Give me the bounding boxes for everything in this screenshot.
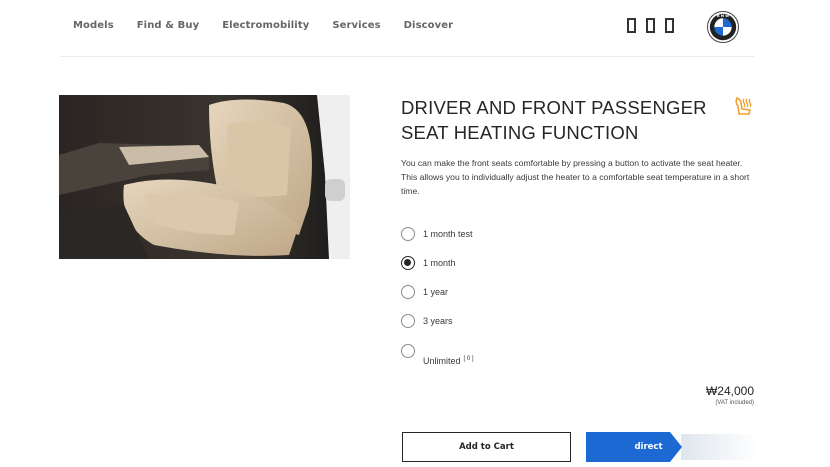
nav-models[interactable]: Models xyxy=(73,20,114,36)
nav-find-buy[interactable]: Find & Buy xyxy=(137,20,199,36)
header-icon-3[interactable] xyxy=(665,18,674,33)
radio-button[interactable] xyxy=(401,285,415,299)
seat-heating-icon xyxy=(735,97,752,115)
product-title: DRIVER AND FRONT PASSENGER SEAT HEATING … xyxy=(401,95,721,145)
svg-text:B M W: B M W xyxy=(717,14,729,18)
header-icons xyxy=(627,18,684,33)
option-label: Unlimited[ 0 ] xyxy=(423,356,474,366)
direct-label: direct xyxy=(634,442,663,452)
price: ₩24,000 xyxy=(705,384,754,398)
option-1-month-test[interactable]: 1 month test xyxy=(401,227,601,243)
bmw-logo[interactable]: B M W xyxy=(707,11,739,43)
option-label: 3 years xyxy=(423,316,453,326)
radio-button-checked[interactable] xyxy=(401,256,415,270)
main-nav: Models Find & Buy Electromobility Servic… xyxy=(73,20,476,36)
option-label: 1 month test xyxy=(423,229,473,239)
header-icon-2[interactable] xyxy=(646,18,655,33)
nav-services[interactable]: Services xyxy=(332,20,380,36)
header-divider xyxy=(60,56,754,57)
nav-discover[interactable]: Discover xyxy=(404,20,454,36)
radio-button[interactable] xyxy=(401,344,415,358)
option-1-year[interactable]: 1 year xyxy=(401,285,601,301)
title-line-1: DRIVER AND FRONT PASSENGER xyxy=(401,97,707,118)
unlimited-count: [ 0 ] xyxy=(463,356,474,362)
option-1-month[interactable]: 1 month xyxy=(401,256,601,272)
unlimited-label: Unlimited xyxy=(423,356,461,366)
add-to-cart-button[interactable]: Add to Cart xyxy=(402,432,571,462)
header-icon-1[interactable] xyxy=(627,18,636,33)
radio-button[interactable] xyxy=(401,314,415,328)
title-line-2: SEAT HEATING FUNCTION xyxy=(401,122,639,143)
option-3-years[interactable]: 3 years xyxy=(401,314,601,330)
option-label: 1 month xyxy=(423,258,456,268)
seat-image xyxy=(59,95,350,259)
radio-button[interactable] xyxy=(401,227,415,241)
option-unlimited[interactable]: Unlimited[ 0 ] xyxy=(401,344,601,368)
direct-button[interactable]: direct xyxy=(586,432,758,462)
vat-note: (VAT included) xyxy=(715,400,754,406)
nav-electromobility[interactable]: Electromobility xyxy=(222,20,309,36)
option-label: 1 year xyxy=(423,287,449,297)
product-description: You can make the front seats comfortable… xyxy=(401,158,750,196)
